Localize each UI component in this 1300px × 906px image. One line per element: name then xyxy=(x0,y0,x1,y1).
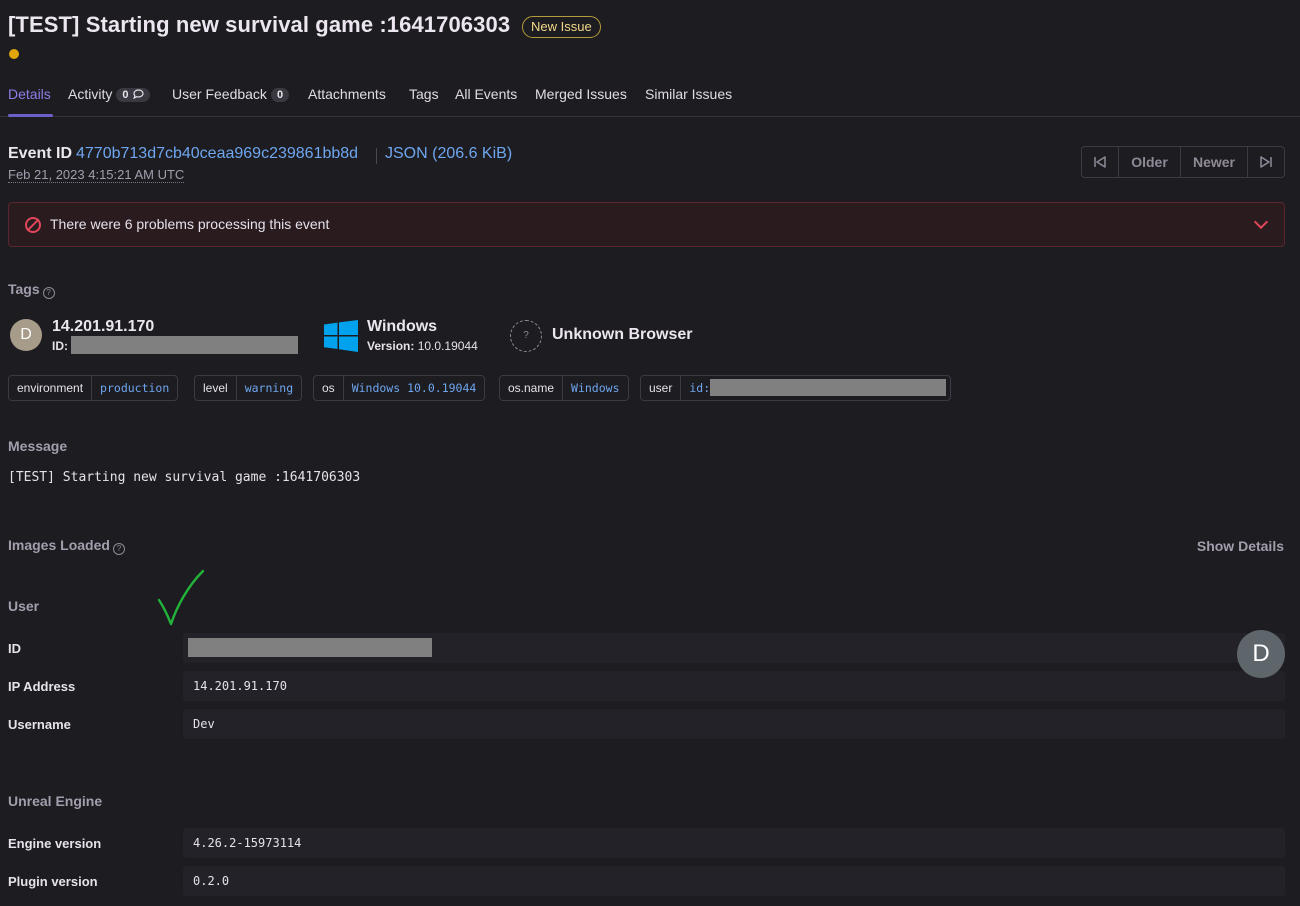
tag-value[interactable]: Windows 10.0.19044 xyxy=(344,376,485,400)
tab-merged-issues[interactable]: Merged Issues xyxy=(535,86,627,102)
activity-count: 0 xyxy=(122,89,129,101)
tag-key: os.name xyxy=(500,376,564,400)
user-id-label: ID: xyxy=(52,339,68,353)
tab-attachments[interactable]: Attachments xyxy=(308,86,386,102)
kv-key: Username xyxy=(8,717,71,732)
newer-button[interactable]: Newer xyxy=(1181,147,1248,177)
kv-value: 4.26.2-15973114 xyxy=(193,836,302,850)
message-heading: Message xyxy=(8,438,68,454)
active-tab-underline xyxy=(8,114,53,117)
checkmark-icon xyxy=(157,569,205,626)
skip-last-icon xyxy=(1260,156,1272,168)
images-heading-text: Images Loaded xyxy=(8,537,110,553)
not-allowed-icon xyxy=(25,217,41,233)
id-label: ID: xyxy=(52,339,68,353)
version-value: 10.0.19044 xyxy=(417,339,478,353)
tag-os[interactable]: os Windows 10.0.19044 xyxy=(313,375,486,401)
kv-key: Engine version xyxy=(8,836,102,851)
kv-row-user-id xyxy=(183,633,1285,663)
event-id-link[interactable]: 4770b713d7cb40ceaa969c239861bb8d xyxy=(76,145,358,163)
tag-key: environment xyxy=(9,376,93,400)
divider xyxy=(376,148,377,164)
event-navigation: Older Newer xyxy=(1081,146,1285,178)
kv-key: ID xyxy=(8,641,21,656)
kv-row-plugin-version: 0.2.0 xyxy=(183,866,1285,896)
version-label: Version: xyxy=(367,339,415,353)
level-indicator-dot xyxy=(9,49,19,59)
tab-similar-issues[interactable]: Similar Issues xyxy=(645,86,732,102)
tab-all-events[interactable]: All Events xyxy=(455,86,517,102)
tag-level[interactable]: level warning xyxy=(194,375,303,401)
help-icon[interactable]: ? xyxy=(42,287,55,299)
tag-value-text: id: xyxy=(689,381,711,395)
tab-details[interactable]: Details xyxy=(8,86,51,102)
tag-key: user xyxy=(641,376,682,400)
kv-row-engine-version: 4.26.2-15973114 xyxy=(183,828,1285,858)
kv-key: Plugin version xyxy=(8,874,98,889)
windows-icon xyxy=(324,320,358,352)
images-loaded-heading: Images Loaded? xyxy=(8,537,125,555)
help-icon[interactable]: ? xyxy=(112,543,125,555)
tab-label: User Feedback xyxy=(172,86,267,102)
kv-value: Dev xyxy=(193,717,215,731)
issue-tabs: Details Activity 0 User Feedback 0 Attachm… xyxy=(0,84,1300,117)
show-details-button[interactable]: Show Details xyxy=(1197,538,1284,554)
skip-first-icon xyxy=(1094,156,1106,168)
kv-row-ip-address: 14.201.91.170 xyxy=(183,671,1285,701)
redacted-user-id xyxy=(71,336,298,354)
user-ip: 14.201.91.170 xyxy=(52,318,155,335)
tags-heading: Tags? xyxy=(8,281,55,299)
tag-value[interactable]: Windows xyxy=(563,376,627,400)
tag-value[interactable]: warning xyxy=(237,376,301,400)
tags-heading-text: Tags xyxy=(8,281,40,297)
tab-activity[interactable]: Activity 0 xyxy=(68,86,150,102)
os-name: Windows xyxy=(367,318,438,335)
kv-value: 0.2.0 xyxy=(193,874,230,888)
tag-os-name[interactable]: os.name Windows xyxy=(499,375,629,401)
kv-value: 14.201.91.170 xyxy=(193,679,287,693)
comment-icon xyxy=(132,89,144,100)
alert-message: There were 6 problems processing this ev… xyxy=(50,216,330,232)
first-event-button[interactable] xyxy=(1082,147,1119,177)
kv-row-username: Dev xyxy=(183,709,1285,739)
user-heading: User xyxy=(8,598,40,614)
tag-environment[interactable]: environment production xyxy=(8,375,179,401)
message-text: [TEST] Starting new survival game :16417… xyxy=(8,470,361,485)
tab-tags[interactable]: Tags xyxy=(409,86,439,102)
tag-key: os xyxy=(314,376,344,400)
event-id-label: Event ID xyxy=(8,145,73,162)
older-button[interactable]: Older xyxy=(1119,147,1181,177)
chevron-down-icon[interactable] xyxy=(1253,214,1269,230)
os-version: Version: 10.0.19044 xyxy=(367,339,478,353)
kv-key: IP Address xyxy=(8,679,76,694)
tab-label: Details xyxy=(8,86,51,102)
tag-value[interactable]: production xyxy=(92,376,177,400)
processing-errors-alert[interactable]: There were 6 problems processing this ev… xyxy=(8,202,1285,247)
unreal-engine-heading: Unreal Engine xyxy=(8,793,103,809)
last-event-button[interactable] xyxy=(1248,147,1284,177)
tag-key: level xyxy=(195,376,237,400)
feedback-count-badge: 0 xyxy=(270,88,290,102)
json-link[interactable]: JSON (206.6 KiB) xyxy=(385,145,512,163)
issue-title: [TEST] Starting new survival game :16417… xyxy=(8,12,511,37)
activity-count-badge: 0 xyxy=(116,88,150,102)
unknown-browser-icon: ? xyxy=(510,320,542,352)
new-issue-badge: New Issue xyxy=(522,16,601,38)
user-avatar-large: D xyxy=(1237,630,1285,678)
event-timestamp: Feb 21, 2023 4:15:21 AM UTC xyxy=(8,167,185,183)
redacted-id-value xyxy=(188,638,432,657)
tab-user-feedback[interactable]: User Feedback 0 xyxy=(172,86,290,102)
browser-name: Unknown Browser xyxy=(552,326,693,343)
user-avatar: D xyxy=(10,319,42,351)
tab-label: Activity xyxy=(68,86,113,102)
redacted-user-tag xyxy=(710,379,946,396)
